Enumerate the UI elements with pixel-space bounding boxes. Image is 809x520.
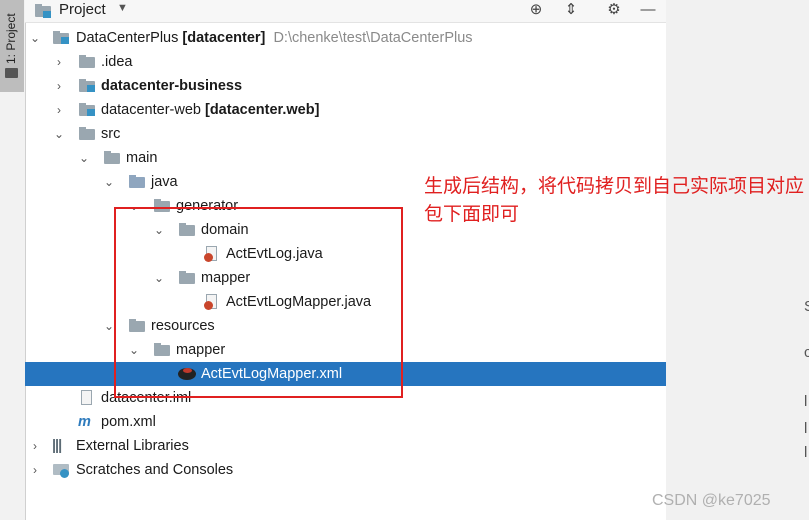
source-folder-icon xyxy=(129,175,145,188)
tool-window-strip: 1: Project xyxy=(0,0,26,520)
chevron-right-icon[interactable]: › xyxy=(29,458,41,482)
chevron-right-icon[interactable]: › xyxy=(29,434,41,458)
gear-icon[interactable]: ⚙ xyxy=(603,0,625,20)
tree-row-main[interactable]: ⌄ main xyxy=(25,146,666,170)
scratches-icon xyxy=(53,462,69,478)
project-header: Project ▼ ⊕ ⇕ ⚙ — xyxy=(25,0,666,23)
project-tool-tab[interactable]: 1: Project xyxy=(0,0,24,92)
chevron-right-icon[interactable]: › xyxy=(53,98,65,122)
chevron-right-icon[interactable]: › xyxy=(53,74,65,98)
tree-row-web[interactable]: › datacenter-web [datacenter.web] xyxy=(25,98,666,122)
tree-label: External Libraries xyxy=(76,438,189,454)
tree-label: .idea xyxy=(101,54,133,70)
watermark: CSDN @ke7025 xyxy=(652,492,771,509)
collapse-all-icon[interactable]: ⇕ xyxy=(560,0,582,20)
tree-row-src[interactable]: ⌄ src xyxy=(25,122,666,146)
project-view-title[interactable]: Project xyxy=(59,0,106,20)
editor-edge-text: S xyxy=(804,298,809,315)
tree-label: Scratches and Consoles xyxy=(76,462,234,478)
chevron-right-icon[interactable]: › xyxy=(53,50,65,74)
minimize-icon[interactable]: — xyxy=(637,0,659,20)
maven-icon: m xyxy=(78,414,91,430)
root-path: D:\chenke\test\DataCenterPlus xyxy=(273,30,473,46)
module-folder-icon xyxy=(79,79,95,92)
tree-row-pom[interactable]: m pom.xml xyxy=(25,410,666,434)
chevron-down-icon[interactable]: ⌄ xyxy=(29,26,41,50)
libraries-icon: ||| xyxy=(52,438,62,454)
editor-edge-text: l xyxy=(804,393,808,410)
tree-label: src xyxy=(101,126,121,142)
folder-icon xyxy=(79,55,95,68)
editor-edge-text: l xyxy=(804,420,808,437)
module-tag: [datacenter.web] xyxy=(204,102,320,118)
project-tool-tab-label: 1: Project xyxy=(4,13,18,64)
module-folder-icon xyxy=(53,31,69,44)
annotation-highlight-box xyxy=(114,207,403,398)
annotation-text: 生成后结构，将代码拷贝到自己实际项目对应包下面即可 xyxy=(424,176,805,225)
folder-icon xyxy=(5,68,18,78)
chevron-down-icon[interactable]: ▼ xyxy=(117,2,128,14)
folder-icon xyxy=(104,151,120,164)
editor-edge-text: l xyxy=(804,444,808,461)
tree-label: datacenter-web xyxy=(101,102,201,118)
iml-file-icon xyxy=(79,390,93,406)
tree-row-external-libraries[interactable]: › ||| External Libraries xyxy=(25,434,666,458)
project-view-icon xyxy=(35,3,51,18)
tree-label: java xyxy=(151,174,178,190)
tree-row-idea[interactable]: › .idea xyxy=(25,50,666,74)
module-folder-icon xyxy=(79,103,95,116)
editor-area xyxy=(666,0,809,520)
chevron-down-icon[interactable]: ⌄ xyxy=(103,170,115,194)
chevron-down-icon[interactable]: ⌄ xyxy=(78,146,90,170)
tree-row-root[interactable]: ⌄ DataCenterPlus [datacenter] D:\chenke\… xyxy=(25,26,666,50)
tree-label: pom.xml xyxy=(101,414,156,430)
root-module-name: DataCenterPlus xyxy=(76,30,179,46)
folder-icon xyxy=(79,127,95,140)
chevron-down-icon[interactable]: ⌄ xyxy=(53,122,65,146)
tree-label: main xyxy=(126,150,158,166)
locate-icon[interactable]: ⊕ xyxy=(525,0,547,20)
editor-edge-text: c xyxy=(804,344,809,361)
root-module-tag: [datacenter] xyxy=(182,30,266,46)
tree-row-scratches[interactable]: › Scratches and Consoles xyxy=(25,458,666,482)
tree-label: datacenter-business xyxy=(101,78,243,94)
tree-row-business[interactable]: › datacenter-business xyxy=(25,74,666,98)
